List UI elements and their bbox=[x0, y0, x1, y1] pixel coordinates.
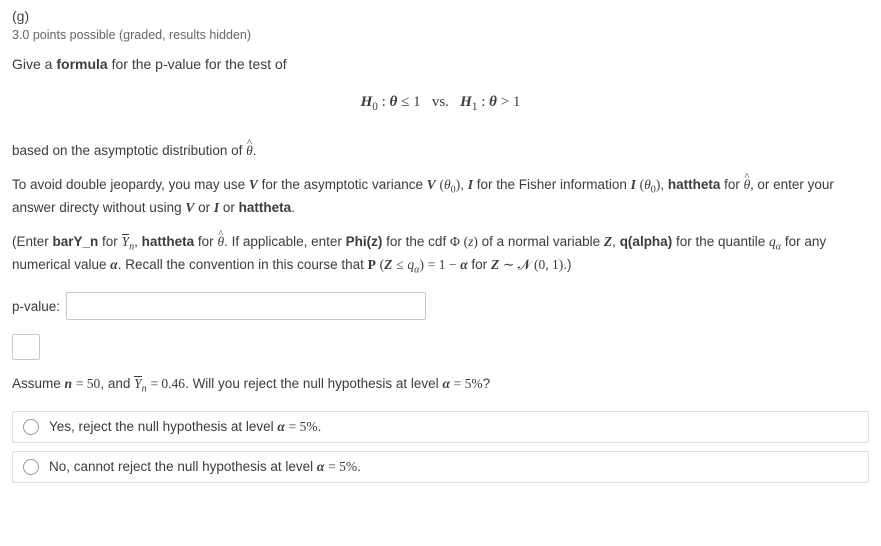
t: or bbox=[194, 200, 214, 215]
option-yes-text: Yes, reject the null hypothesis at level… bbox=[49, 419, 321, 435]
option-no[interactable]: No, cannot reject the null hypothesis at… bbox=[12, 451, 869, 483]
option-no-text: No, cannot reject the null hypothesis at… bbox=[49, 459, 361, 475]
kw-hattheta2: hattheta bbox=[239, 200, 292, 215]
t: . bbox=[291, 200, 295, 215]
t: Assume bbox=[12, 376, 65, 391]
prompt-line: Give a formula for the p-value for the t… bbox=[12, 56, 869, 72]
t: for bbox=[720, 177, 743, 192]
t: based on the asymptotic distribution of bbox=[12, 143, 246, 158]
t: , bbox=[460, 177, 468, 192]
kw-hattheta3: hattheta bbox=[142, 234, 195, 249]
kw-barYn: barY_n bbox=[53, 234, 99, 249]
aux-box[interactable] bbox=[12, 334, 40, 360]
prompt-lead: Give a bbox=[12, 56, 56, 72]
t: of a normal variable bbox=[478, 234, 604, 249]
option-yes[interactable]: Yes, reject the null hypothesis at level… bbox=[12, 411, 869, 443]
t: . Recall the convention in this course t… bbox=[118, 257, 368, 272]
t: . bbox=[357, 459, 361, 474]
t: . If applicable, enter bbox=[224, 234, 346, 249]
t: for the cdf bbox=[382, 234, 450, 249]
radio-icon[interactable] bbox=[23, 419, 39, 435]
points-possible: 3.0 points possible (graded, results hid… bbox=[12, 28, 869, 42]
t: . bbox=[253, 143, 257, 158]
t: No, cannot reject the null hypothesis at… bbox=[49, 459, 317, 474]
radio-icon[interactable] bbox=[23, 459, 39, 475]
t: for the asymptotic variance bbox=[258, 177, 427, 192]
t: ? bbox=[483, 376, 491, 391]
t: , bbox=[134, 234, 142, 249]
prompt-tail: for the p-value for the test of bbox=[108, 56, 287, 72]
part-label: (g) bbox=[12, 8, 869, 24]
t: , bbox=[660, 177, 668, 192]
t: for the Fisher information bbox=[473, 177, 631, 192]
pvalue-label: p-value: bbox=[12, 299, 60, 314]
t: To avoid double jeopardy, you may use bbox=[12, 177, 249, 192]
pvalue-row: p-value: bbox=[12, 292, 869, 320]
t: for bbox=[194, 234, 217, 249]
kw-hattheta: hattheta bbox=[668, 177, 721, 192]
t: Yes, reject the null hypothesis at level bbox=[49, 419, 277, 434]
t: for bbox=[98, 234, 121, 249]
t: .) bbox=[563, 257, 571, 272]
para-jeopardy: To avoid double jeopardy, you may use V … bbox=[12, 175, 869, 218]
t: . Will you reject the null hypothesis at… bbox=[185, 376, 442, 391]
t: for the quantile bbox=[672, 234, 769, 249]
t: for bbox=[468, 257, 491, 272]
kw-Phiz: Phi(z) bbox=[346, 234, 383, 249]
Ybar-n: Y bbox=[122, 234, 130, 247]
para-based-on: based on the asymptotic distribution of … bbox=[12, 141, 869, 161]
para-assume: Assume n = 50, and Yn = 0.46. Will you r… bbox=[12, 374, 869, 397]
prompt-bold: formula bbox=[56, 56, 107, 72]
pvalue-input[interactable] bbox=[66, 292, 426, 320]
t: (Enter bbox=[12, 234, 53, 249]
t: . bbox=[318, 419, 322, 434]
t: , and bbox=[100, 376, 134, 391]
t: , bbox=[612, 234, 620, 249]
para-enter-hints: (Enter barY_n for Yn, hattheta for θ. If… bbox=[12, 232, 869, 278]
kw-qalpha: q(alpha) bbox=[620, 234, 673, 249]
t: or bbox=[219, 200, 239, 215]
hypotheses-block: H0 : θ ≤ 1 vs. H1 : θ > 1 bbox=[12, 94, 869, 113]
theta-hat: θ bbox=[246, 141, 253, 161]
